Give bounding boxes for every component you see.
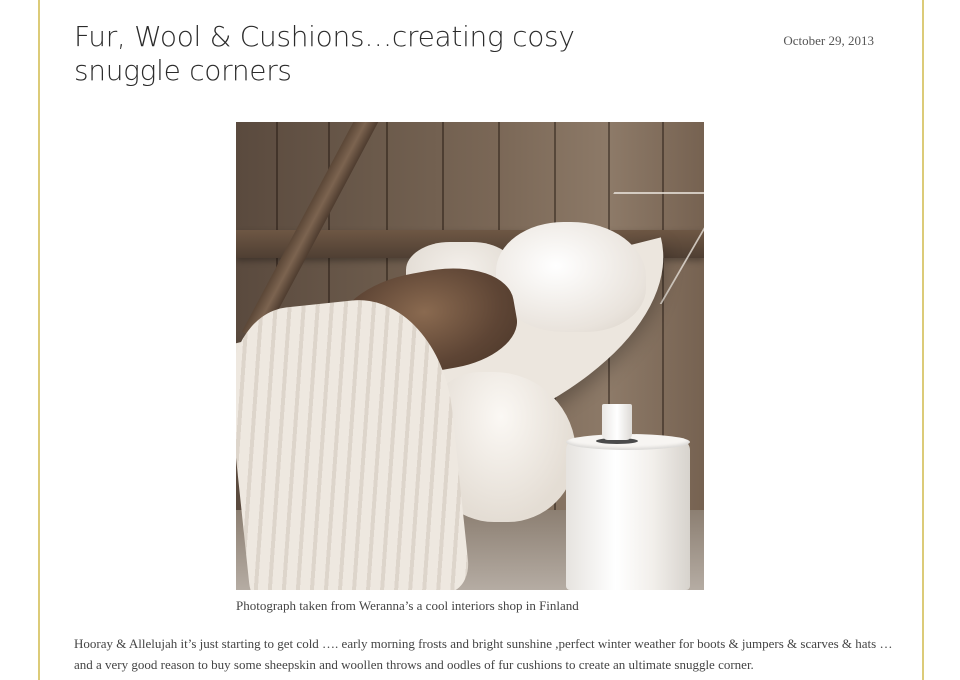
post-paragraph: Hooray & Allelujah it’s just starting to… [74,636,893,672]
post-date: October 29, 2013 [783,33,874,48]
post-title[interactable]: Fur, Wool & Cushions…creating cosy snugg… [74,20,674,88]
post-photo[interactable] [236,122,704,590]
photo-caption: Photograph taken from Weranna’s a cool i… [236,598,579,613]
